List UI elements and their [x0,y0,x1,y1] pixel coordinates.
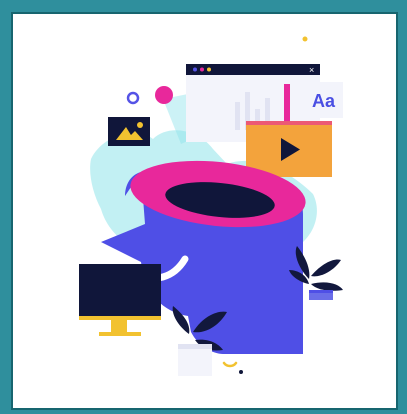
monitor-icon [79,264,161,336]
small-ring-icon [126,91,140,105]
font-card-icon: Aa [303,82,343,118]
svg-text:×: × [309,65,314,75]
creative-head-illustration: × Aa [79,36,343,376]
image-card-icon [108,117,150,146]
navy-dot-icon [239,370,243,374]
play-video-icon [246,121,332,177]
image-frame: × Aa [0,0,407,414]
illustration-card: × Aa [11,12,398,410]
yellow-curve-accent [222,361,238,368]
yellow-dot-icon [302,36,308,42]
magenta-dot-icon [155,86,173,104]
font-card-label: Aa [312,91,336,111]
